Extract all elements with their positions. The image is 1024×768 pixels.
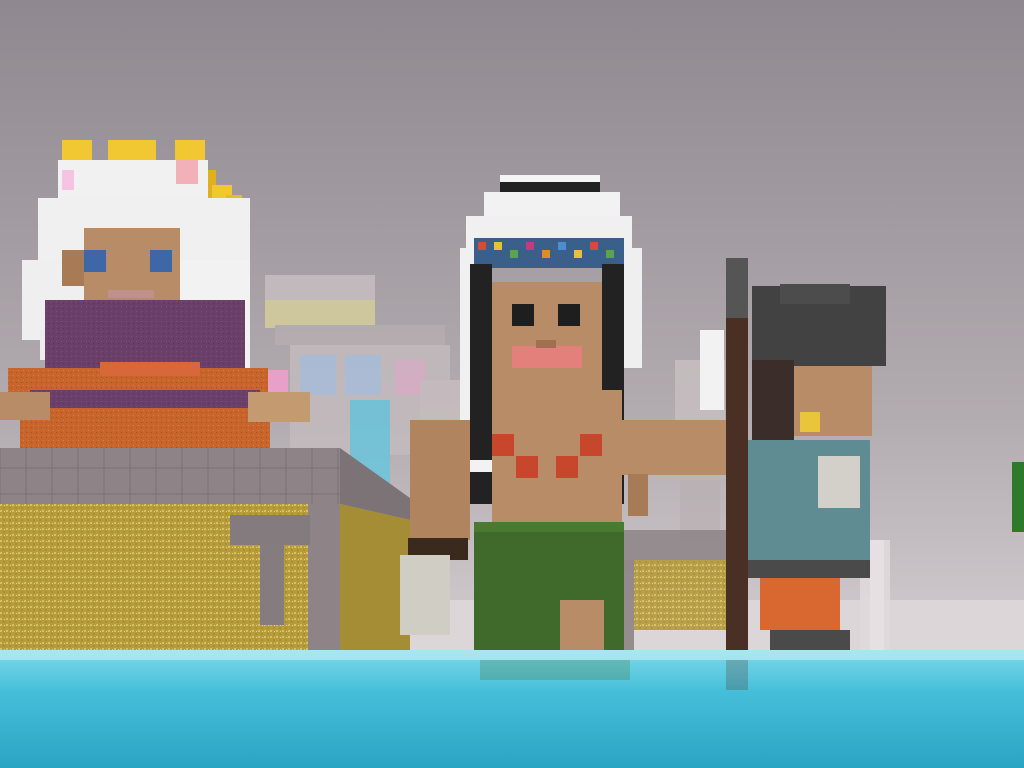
queen-left-arm xyxy=(0,392,50,420)
braid-tie-left xyxy=(466,460,494,472)
warrior-right-arm xyxy=(622,420,737,475)
villager-belt xyxy=(748,560,870,578)
earring xyxy=(800,412,820,432)
stone-in-hand xyxy=(400,555,450,635)
chest-paint xyxy=(492,434,514,456)
beaded-headband xyxy=(474,238,624,268)
villager-hand-item xyxy=(818,456,860,508)
warrior-left-arm xyxy=(410,420,470,540)
game-viewport[interactable] xyxy=(0,0,1024,768)
warrior-face xyxy=(492,282,602,392)
queen-right-arm xyxy=(248,392,310,422)
villager-pants xyxy=(760,578,840,630)
distant-tree-block xyxy=(1012,462,1024,532)
